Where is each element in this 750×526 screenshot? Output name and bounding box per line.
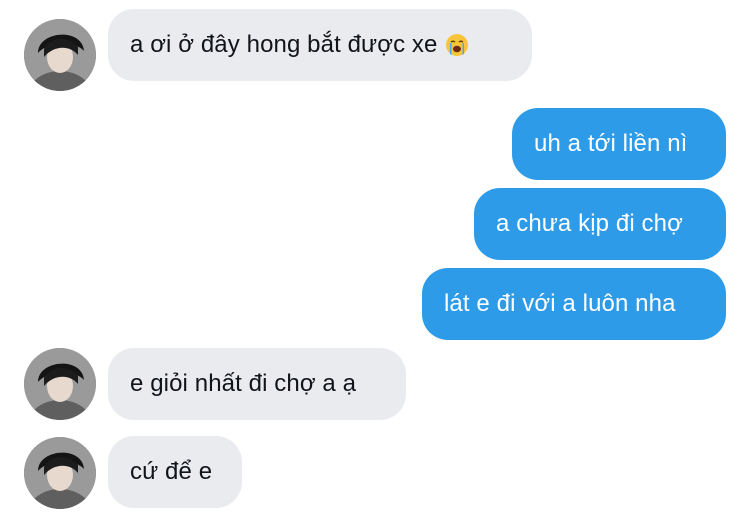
sender-avatar[interactable] (24, 437, 96, 509)
message-text: a ơi ở đây hong bắt được xe (130, 31, 438, 58)
message-bubble-outgoing[interactable]: a chưa kịp đi chợ (474, 188, 726, 260)
message-bubble-outgoing[interactable]: lát e đi với a luôn nha (422, 268, 726, 340)
message-bubble-incoming[interactable]: e giỏi nhất đi chợ a ạ (108, 348, 406, 420)
message-bubble-incoming[interactable]: a ơi ở đây hong bắt được xe (108, 9, 532, 81)
loudly-crying-face-icon (446, 34, 469, 56)
message-text: e giỏi nhất đi chợ a ạ (130, 370, 357, 397)
sender-avatar[interactable] (24, 19, 96, 91)
message-bubble-outgoing[interactable]: uh a tới liền nì (512, 108, 726, 180)
message-text: uh a tới liền nì (534, 130, 688, 157)
avatar-photo-icon (24, 348, 96, 420)
message-text: lát e đi với a luôn nha (444, 290, 676, 317)
avatar-photo-icon (24, 437, 96, 509)
avatar-photo-icon (24, 19, 96, 91)
message-text: a chưa kịp đi chợ (496, 210, 683, 237)
message-bubble-incoming[interactable]: cứ để e (108, 436, 242, 508)
sender-avatar[interactable] (24, 348, 96, 420)
message-text: cứ để e (130, 458, 213, 485)
